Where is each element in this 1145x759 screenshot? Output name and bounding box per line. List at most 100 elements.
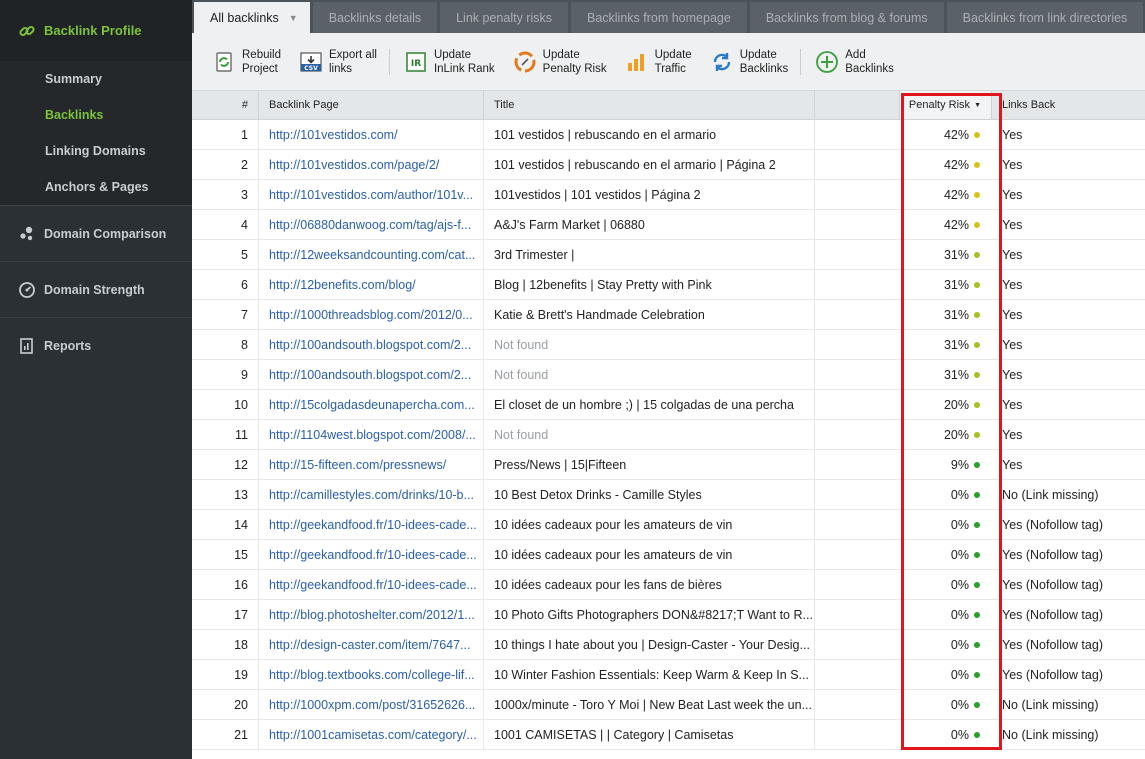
table-row[interactable]: 21 http://1001camisetas.com/category/... 1…: [192, 720, 1145, 750]
update-traffic-button[interactable]: Update Traffic: [625, 48, 692, 76]
update-inlink-rank-button[interactable]: IR Update InLink Rank: [404, 48, 495, 76]
backlink-page-link[interactable]: http://1000threadsblog.com/2012/0...: [259, 300, 484, 329]
table-row[interactable]: 1 http://101vestidos.com/101 vestidos | r…: [192, 120, 1145, 150]
update-penalty-risk-button[interactable]: Update Penalty Risk: [513, 48, 607, 76]
sidebar-item-label: Reports: [44, 338, 92, 353]
table-row[interactable]: 18 http://design-caster.com/item/7647... 1…: [192, 630, 1145, 660]
backlink-page-link[interactable]: http://blog.textbooks.com/college-lif...: [259, 660, 484, 689]
backlink-page-link[interactable]: http://12weeksandcounting.com/cat...: [259, 240, 484, 269]
traffic-icon: [625, 50, 649, 74]
table-row[interactable]: 20 http://1000xpm.com/post/31652626... 100…: [192, 690, 1145, 720]
sidebar-item-anchors-pages[interactable]: Anchors & Pages: [0, 169, 192, 205]
table-row[interactable]: 8 http://100andsouth.blogspot.com/2... Not…: [192, 330, 1145, 360]
links-back-cell: No (Link missing): [1002, 697, 1099, 712]
add-backlinks-button[interactable]: Add Backlinks: [815, 48, 894, 76]
tab-backlinks-from-homepage[interactable]: Backlinks from homepage: [570, 2, 747, 33]
chevron-down-icon[interactable]: ▼: [289, 13, 298, 23]
links-back-cell: Yes: [1002, 397, 1023, 412]
table-row[interactable]: 4 http://06880danwoog.com/tag/ajs-f... A&J…: [192, 210, 1145, 240]
table-row[interactable]: 6 http://12benefits.com/blog/Blog | 12ben…: [192, 270, 1145, 300]
sidebar-item-backlinks[interactable]: Backlinks: [0, 97, 192, 133]
spacer-cell: [815, 690, 900, 719]
page-title-cell: El closet de un hombre ;) | 15 colgadas …: [484, 390, 815, 419]
sidebar-item-reports[interactable]: Reports: [0, 317, 192, 373]
penalty-risk-cell: 31%: [900, 360, 992, 389]
backlink-page-link[interactable]: http://101vestidos.com/page/2/: [259, 150, 484, 179]
rebuild-icon: [212, 50, 236, 74]
column-header-penalty-risk[interactable]: Penalty Risk ▼: [900, 91, 992, 119]
backlink-page-link[interactable]: http://1000xpm.com/post/31652626...: [259, 690, 484, 719]
risk-status-dot-icon: [974, 521, 980, 528]
row-number: 8: [192, 330, 259, 359]
export-label-1: Export all: [329, 48, 377, 61]
table-row[interactable]: 3 http://101vestidos.com/author/101v... 10…: [192, 180, 1145, 210]
penalty-risk-cell: 42%: [900, 120, 992, 149]
column-header-backlink-page[interactable]: Backlink Page: [259, 91, 484, 119]
penalty-risk-value: 0%: [950, 697, 969, 712]
column-header-number[interactable]: #: [192, 91, 259, 119]
backlink-page-link[interactable]: http://101vestidos.com/: [259, 120, 484, 149]
table-row[interactable]: 19 http://blog.textbooks.com/college-lif.…: [192, 660, 1145, 690]
risk-status-dot-icon: [974, 611, 980, 618]
links-back-cell: Yes: [1002, 277, 1023, 292]
sidebar-header-backlink-profile[interactable]: Backlink Profile: [0, 0, 192, 61]
penalty-risk-cell: 31%: [900, 300, 992, 329]
table-row[interactable]: 2 http://101vestidos.com/page/2/101 vesti…: [192, 150, 1145, 180]
table-row[interactable]: 14 http://geekandfood.fr/10-idees-cade...…: [192, 510, 1145, 540]
table-row[interactable]: 17 http://blog.photoshelter.com/2012/1...…: [192, 600, 1145, 630]
update-backlinks-button[interactable]: Update Backlinks: [710, 48, 788, 76]
rebuild-project-button[interactable]: Rebuild Project: [212, 48, 281, 76]
backlink-page-link[interactable]: http://12benefits.com/blog/: [259, 270, 484, 299]
export-all-links-button[interactable]: CSV Export all links: [299, 48, 377, 76]
page-title-cell: Not found: [484, 330, 815, 359]
table-row[interactable]: 10 http://15colgadasdeunapercha.com... El …: [192, 390, 1145, 420]
tab-backlinks-details[interactable]: Backlinks details: [312, 2, 438, 33]
table-row[interactable]: 15 http://geekandfood.fr/10-idees-cade...…: [192, 540, 1145, 570]
table-row[interactable]: 16 http://geekandfood.fr/10-idees-cade...…: [192, 570, 1145, 600]
table-row[interactable]: 13 http://camillestyles.com/drinks/10-b..…: [192, 480, 1145, 510]
page-title-cell: Press/News | 15|Fifteen: [484, 450, 815, 479]
backlink-page-link[interactable]: http://1104west.blogspot.com/2008/...: [259, 420, 484, 449]
tab-all-backlinks[interactable]: All backlinks ▼: [194, 2, 310, 33]
backlink-page-link[interactable]: http://15colgadasdeunapercha.com...: [259, 390, 484, 419]
backlink-page-link[interactable]: http://geekandfood.fr/10-idees-cade...: [259, 510, 484, 539]
backlink-page-link[interactable]: http://geekandfood.fr/10-idees-cade...: [259, 540, 484, 569]
spacer-cell: [815, 300, 900, 329]
backlink-page-link[interactable]: http://100andsouth.blogspot.com/2...: [259, 330, 484, 359]
backlink-page-link[interactable]: http://geekandfood.fr/10-idees-cade...: [259, 570, 484, 599]
report-icon: [18, 337, 36, 355]
tab-link-penalty-risks[interactable]: Link penalty risks: [440, 2, 568, 33]
backlink-page-link[interactable]: http://1001camisetas.com/category/...: [259, 720, 484, 749]
risk-status-dot-icon: [974, 311, 980, 318]
sidebar-header-label: Backlink Profile: [44, 23, 142, 38]
table-row[interactable]: 7 http://1000threadsblog.com/2012/0... Kat…: [192, 300, 1145, 330]
bubbles-icon: [18, 225, 36, 243]
page-title-cell: 10 idées cadeaux pour les fans de bières: [484, 570, 815, 599]
backlink-page-link[interactable]: http://design-caster.com/item/7647...: [259, 630, 484, 659]
sidebar-item-domain-strength[interactable]: Domain Strength: [0, 261, 192, 317]
spacer-cell: [815, 450, 900, 479]
backlink-page-link[interactable]: http://blog.photoshelter.com/2012/1...: [259, 600, 484, 629]
backlink-page-link[interactable]: http://15-fifteen.com/pressnews/: [259, 450, 484, 479]
risk-status-dot-icon: [974, 431, 980, 438]
column-header-title[interactable]: Title: [484, 91, 815, 119]
spacer-cell: [815, 180, 900, 209]
backlink-page-link[interactable]: http://camillestyles.com/drinks/10-b...: [259, 480, 484, 509]
sidebar-item-summary[interactable]: Summary: [0, 61, 192, 97]
table-row[interactable]: 9 http://100andsouth.blogspot.com/2... Not…: [192, 360, 1145, 390]
column-header-links-back[interactable]: Links Back: [992, 91, 1145, 119]
sidebar-item-domain-comparison[interactable]: Domain Comparison: [0, 205, 192, 261]
backlink-page-link[interactable]: http://101vestidos.com/author/101v...: [259, 180, 484, 209]
table-row[interactable]: 12 http://15-fifteen.com/pressnews/Press/…: [192, 450, 1145, 480]
table-row[interactable]: 11 http://1104west.blogspot.com/2008/... N…: [192, 420, 1145, 450]
spacer-cell: [815, 390, 900, 419]
tab-backlinks-from-link-directories[interactable]: Backlinks from link directories: [946, 2, 1144, 33]
backlink-page-link[interactable]: http://06880danwoog.com/tag/ajs-f...: [259, 210, 484, 239]
sidebar-item-linking-domains[interactable]: Linking Domains: [0, 133, 192, 169]
inlink-label-2: InLink Rank: [433, 62, 495, 75]
risk-status-dot-icon: [974, 341, 980, 348]
tab-backlinks-from-blog-forums[interactable]: Backlinks from blog & forums: [749, 2, 944, 33]
backlink-page-link[interactable]: http://100andsouth.blogspot.com/2...: [259, 360, 484, 389]
table-row[interactable]: 5 http://12weeksandcounting.com/cat... 3rd…: [192, 240, 1145, 270]
risk-status-dot-icon: [974, 491, 980, 498]
